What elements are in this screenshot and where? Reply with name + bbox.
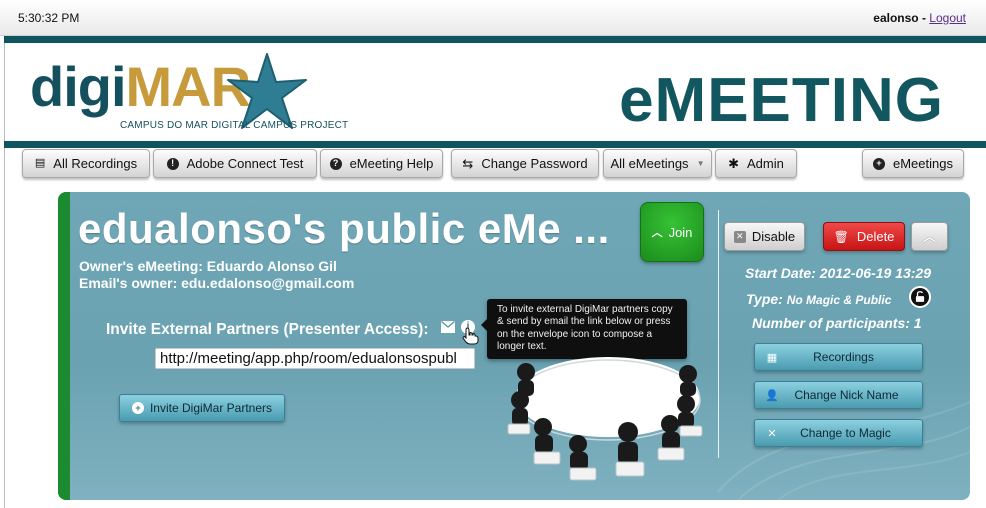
logout-link[interactable]: Logout	[929, 11, 966, 25]
envelope-icon[interactable]	[441, 321, 455, 333]
trash-icon: 🗑	[833, 229, 849, 244]
meeting-table-illustration	[507, 357, 703, 481]
list-icon: ▤	[34, 157, 46, 169]
adobe-connect-test-label: Adobe Connect Test	[186, 156, 304, 171]
change-nick-name-label: Change Nick Name	[794, 388, 899, 402]
invite-tooltip: To invite external DigiMar partners copy…	[481, 299, 687, 359]
delete-button[interactable]: 🗑 Delete	[823, 222, 905, 251]
start-date: Start Date: 2012-06-19 13:29	[745, 265, 931, 281]
top-bar: 5:30:32 PM ealonso - Logout	[0, 0, 986, 36]
adobe-connect-test-button[interactable]: ! Adobe Connect Test	[153, 149, 317, 178]
start-date-value: 2012-06-19 13:29	[819, 265, 931, 281]
change-password-label: Change Password	[481, 156, 588, 171]
username: ealonso	[873, 11, 919, 25]
hand-cursor-icon	[462, 327, 479, 345]
emeetings-label: eMeetings	[893, 156, 953, 171]
gear-icon: ✱	[728, 156, 740, 171]
plus-icon: +	[873, 157, 885, 170]
digimar-logo: digiMAR CAMPUS DO MAR DIGITAL CAMPUS PRO…	[30, 52, 348, 136]
plus-icon: +	[131, 402, 144, 414]
admin-label: Admin	[747, 156, 784, 171]
owner-line: Owner's eMeeting: Eduardo Alonso Gil	[79, 258, 337, 274]
panel-divider	[718, 210, 719, 458]
logo-digi: digi	[30, 55, 127, 118]
user-box: ealonso - Logout	[873, 11, 966, 25]
disable-label: Disable	[751, 229, 796, 244]
recordings-label: Recordings	[813, 350, 874, 364]
invite-external-label: Invite External Partners (Presenter Acce…	[106, 321, 429, 338]
panel-status-edge	[58, 192, 70, 500]
logo-subtitle: CAMPUS DO MAR DIGITAL CAMPUS PROJECT	[120, 120, 349, 131]
email-line: Email's owner: edu.edalonso@gmail.com	[79, 275, 355, 291]
invite-digimar-partners-button[interactable]: + Invite DigiMar Partners	[119, 394, 285, 422]
question-icon: ?	[329, 157, 342, 170]
x-icon: ✕	[733, 230, 746, 243]
meeting-title: edualonso's public eMe ...	[78, 205, 610, 252]
refresh-icon: ⇆	[462, 156, 474, 171]
chevron-up-icon: ︿	[651, 227, 663, 239]
start-date-label: Start Date:	[745, 265, 816, 281]
emeeting-help-button[interactable]: ? eMeeting Help	[320, 149, 443, 178]
starfish-icon	[227, 53, 307, 129]
participants-label: Number of participants:	[752, 315, 910, 331]
change-password-button[interactable]: ⇆ Change Password	[451, 149, 599, 178]
exclamation-icon: !	[166, 157, 179, 170]
recordings-button[interactable]: ▦ Recordings	[754, 343, 923, 371]
participants-count: Number of participants: 1	[752, 315, 922, 331]
change-nick-name-button[interactable]: 👤 Change Nick Name	[754, 381, 923, 409]
emeetings-button[interactable]: + eMeetings	[862, 149, 964, 178]
meeting-type: Type: No Magic & Public	[746, 291, 891, 307]
chevron-up-icon: ︿	[922, 229, 936, 244]
lock-icon	[909, 286, 931, 308]
logo-wordmark: digiMAR	[30, 52, 251, 122]
collapse-button[interactable]: ︿	[911, 222, 948, 251]
invite-digimar-partners-label: Invite DigiMar Partners	[149, 401, 273, 415]
type-label: Type:	[746, 291, 783, 307]
emeeting-help-label: eMeeting Help	[349, 156, 434, 171]
change-to-magic-button[interactable]: ✕ Change to Magic	[754, 419, 923, 447]
film-icon: ▦	[766, 351, 778, 364]
all-recordings-label: All Recordings	[53, 156, 138, 171]
header-top-rule	[4, 36, 986, 43]
all-recordings-button[interactable]: ▤ All Recordings	[22, 149, 150, 178]
clock: 5:30:32 PM	[18, 11, 80, 25]
admin-button[interactable]: ✱ Admin	[715, 149, 797, 178]
x-icon: ✕	[767, 427, 777, 440]
disable-button[interactable]: ✕ Disable	[724, 222, 805, 251]
header-bottom-rule	[4, 141, 986, 148]
participants-value: 1	[913, 315, 922, 331]
all-emeetings-dropdown[interactable]: All eMeetings ▼	[603, 149, 712, 178]
user-icon: 👤	[765, 389, 779, 402]
emeeting-brand: eMEETING	[619, 66, 944, 135]
join-button[interactable]: ︿ Join	[640, 202, 704, 262]
user-separator: -	[918, 11, 930, 25]
delete-label: Delete	[856, 229, 895, 244]
join-label: Join	[668, 224, 693, 240]
all-emeetings-label: All eMeetings	[610, 156, 689, 171]
change-to-magic-label: Change to Magic	[800, 426, 891, 440]
caret-down-icon: ▼	[696, 158, 705, 168]
type-value: No Magic & Public	[786, 293, 892, 307]
invite-link-field[interactable]: http://meeting/app.php/room/edualonsospu…	[155, 348, 475, 369]
